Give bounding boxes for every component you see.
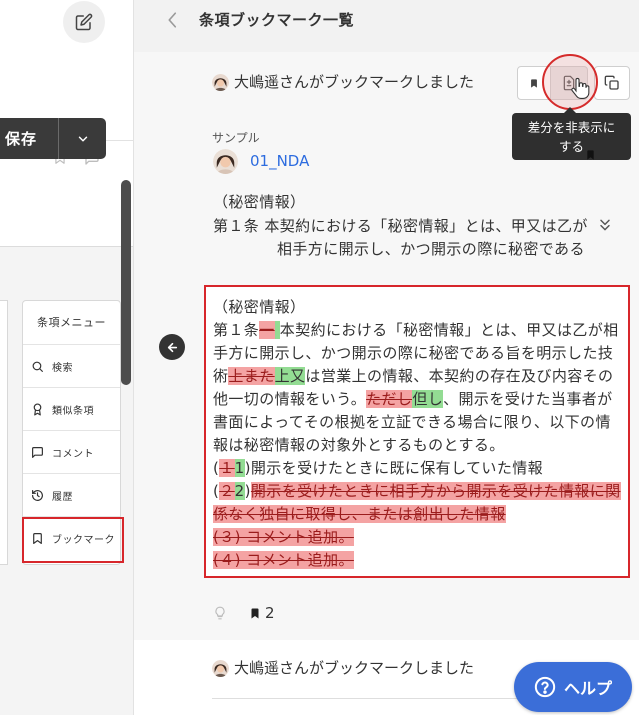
tooltip-arrow [564, 107, 576, 113]
unchanged-text: 術 [213, 367, 229, 385]
diff-line: (２2)開示を受けたときに相手方から開示を受けた情報に関 [213, 480, 628, 503]
unchanged-text: )開示を受けたときに既に保有していた情報 [244, 459, 544, 477]
deleted-text: 係なく独自に取得し、または創出した情報 [213, 505, 506, 523]
question-circle-icon [534, 676, 556, 698]
diff-line: 係なく独自に取得し、または創出した情報 [213, 503, 628, 526]
clause-heading: （秘密情報） [213, 193, 306, 211]
diff-line: 第１条一 本契約における「秘密情報」とは、甲又は乙が相 [213, 319, 628, 342]
deleted-text: １ [219, 459, 235, 477]
history-icon [31, 489, 44, 502]
editor-pane: 保存 条項メニュー 検索 類似条項 コメント 履歴 ブックマーク [0, 0, 133, 715]
deleted-text: 一 [259, 321, 275, 339]
diff-line: 手方に開示し、かつ開示の際に秘密である旨を明示した技 [213, 342, 628, 365]
collapse-diff-button[interactable] [159, 334, 185, 360]
inserted-text: 2 [234, 482, 245, 500]
clause-menu-item-history[interactable]: 履歴 [23, 474, 120, 517]
unchanged-text: 、開示を受けた当事者が [443, 390, 613, 408]
clause-diff: （秘密情報） 第１条一 本契約における「秘密情報」とは、甲又は乙が相手方に開示し… [204, 285, 630, 578]
save-label: 保存 [5, 130, 38, 148]
clause-menu-item-label: 履歴 [52, 491, 73, 503]
highlight-box [22, 517, 124, 563]
unchanged-text: 報は秘密情報の対象外とするものとする。 [213, 436, 505, 454]
diff-line: (４) コメント追加。 [213, 549, 628, 572]
bookmark-count: 2 [265, 604, 275, 622]
document-link[interactable]: 01_NDA [250, 152, 309, 170]
bookmark-filled-icon [529, 77, 539, 90]
deleted-text: ２ [219, 482, 235, 500]
diff-line: 報は秘密情報の対象外とするものとする。 [213, 434, 628, 457]
unchanged-text: ) [244, 482, 251, 500]
chevron-down-icon [76, 132, 90, 146]
avatar [212, 660, 229, 677]
inserted-text: 上又 [274, 367, 306, 385]
clause-menu-item-label: コメント [52, 448, 94, 460]
document-page [0, 300, 8, 565]
save-button-group: 保存 [0, 118, 106, 159]
clause-menu-item-label: 類似条項 [52, 405, 94, 417]
comment-icon [31, 446, 44, 459]
diff-line: 他一切の情報をいう。ただし但し、開示を受けた当事者が [213, 388, 628, 411]
double-chevron-down-icon[interactable] [597, 216, 613, 234]
diff-line: (３) コメント追加。 [213, 526, 628, 549]
inserted-text: 1 [234, 459, 245, 477]
help-label: ヘルプ [563, 679, 612, 698]
search-icon [31, 360, 44, 373]
diff-line: (１1)開示を受けたときに既に保有していた情報 [213, 457, 628, 480]
tooltip-line: 差分を非表示に [527, 120, 616, 135]
copy-icon [604, 75, 620, 91]
copy-button[interactable] [594, 66, 630, 100]
panel-title: 条項ブックマーク一覧 [199, 11, 355, 29]
lightbulb-icon[interactable] [213, 604, 227, 622]
diff-line: 書面によってその根拠を立証できる場合に限り、以下の情 [213, 411, 628, 434]
pencil-square-icon [75, 13, 93, 31]
deleted-text: (４) コメント追加。 [213, 551, 354, 569]
clause-text: 相手方に開示し、かつ開示の際に秘密である [277, 240, 585, 258]
save-options-button[interactable] [58, 118, 106, 159]
deleted-text: (３) コメント追加。 [213, 528, 354, 546]
hand-cursor-icon [570, 76, 590, 100]
edit-button[interactable] [63, 1, 105, 43]
clause-menu-item-label: 検索 [52, 362, 73, 374]
arrow-left-icon [166, 341, 179, 354]
deleted-text: 上また [228, 367, 275, 385]
clause-text: 第１条 本契約における「秘密情報」とは、甲又は乙が [213, 217, 588, 235]
avatar [212, 74, 229, 91]
clause-menu-title: 条項メニュー [23, 301, 120, 345]
diff-line: 術上また上又は営業上の情報、本契約の存在及び内容その [213, 365, 628, 388]
unchanged-text: 第１条 [213, 321, 260, 339]
clause-menu-item-similar[interactable]: 類似条項 [23, 388, 120, 431]
unchanged-text: 手方に開示し、かつ開示の際に秘密である旨を明示した技 [213, 344, 614, 362]
bookmark-filled-icon [585, 148, 596, 162]
tooltip: 差分を非表示に する [512, 107, 631, 160]
unchanged-text: は営業上の情報、本契約の存在及び内容その [305, 367, 614, 385]
bookmark-actor: 大嶋遥さんがブックマークしました [234, 659, 475, 677]
unchanged-text: 書面によってその根拠を立証できる場合に限り、以下の情 [213, 413, 611, 431]
diff-body: 第１条一 本契約における「秘密情報」とは、甲又は乙が相手方に開示し、かつ開示の際… [213, 319, 628, 572]
bookmark-filled-icon[interactable] [249, 606, 261, 621]
unchanged-text: 本契約における「秘密情報」とは、甲又は乙が相 [279, 321, 619, 339]
deleted-text: 開示を受けたときに相手方から開示を受けた情報に関 [250, 482, 621, 500]
clause-menu-item-comment[interactable]: コメント [23, 431, 120, 474]
tooltip-line: する [558, 139, 584, 154]
clause-menu-item-search[interactable]: 検索 [23, 345, 120, 388]
category-label: サンプル [212, 131, 260, 145]
avatar [213, 149, 238, 174]
save-button[interactable]: 保存 [0, 118, 58, 159]
unchanged-text: 他一切の情報をいう。 [213, 390, 367, 408]
bookmark-actor: 大嶋遥さんがブックマークしました [234, 73, 475, 91]
chevron-left-icon[interactable] [164, 9, 182, 31]
award-icon [31, 402, 44, 416]
scrollbar[interactable] [121, 180, 131, 385]
diff-heading: （秘密情報） [213, 298, 306, 316]
deleted-text: ただし [366, 390, 413, 408]
help-button[interactable]: ヘルプ [514, 662, 632, 712]
inserted-text: 但し [412, 390, 444, 408]
